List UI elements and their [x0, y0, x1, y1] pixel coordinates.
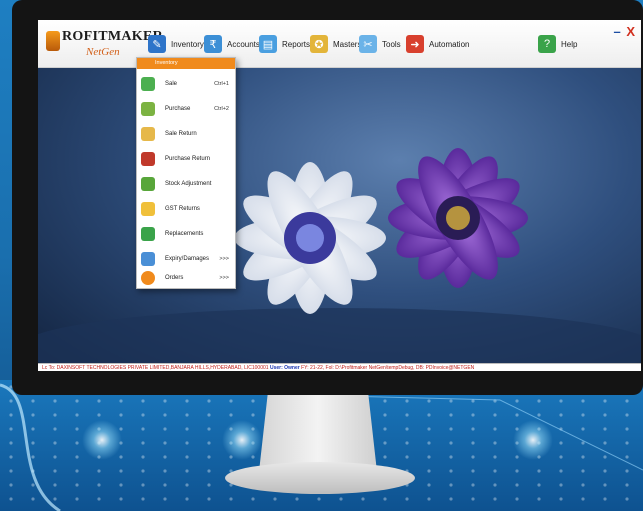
dropdown-item-sale-return[interactable]: Sale Return — [137, 121, 237, 146]
dropdown-item-label: Replacements — [165, 230, 204, 237]
status-bar: Lc To: DAXINSOFT TECHNOLOGIES PRIVATE LI… — [38, 363, 641, 371]
menu-automation[interactable]: ➜ Automation — [406, 33, 469, 55]
dropdown-item-sale[interactable]: Sale Ctrl+1 — [137, 71, 237, 96]
dropdown-item-purchase-return[interactable]: Purchase Return — [137, 146, 237, 171]
logo-icon — [46, 31, 60, 51]
menu-accounts-label: Accounts — [227, 39, 260, 49]
menu-help[interactable]: ? Help — [538, 33, 577, 55]
dropdown-item-shortcut: >>> — [219, 274, 229, 281]
dropdown-item-label: Purchase Return — [165, 155, 211, 162]
menu-accounts[interactable]: ₹ Accounts — [204, 33, 260, 55]
app-screen: ROFITMAKER NetGen ✎ Inventory ₹ Accounts… — [38, 20, 641, 371]
expiry-damages-icon — [141, 251, 155, 266]
close-button[interactable]: X — [626, 24, 635, 39]
app-logo: ROFITMAKER NetGen — [46, 27, 163, 61]
menu-help-label: Help — [561, 39, 578, 49]
automation-icon: ➜ — [406, 35, 424, 53]
inventory-dropdown: Inventory Sale Ctrl+1 Purchase Ctrl+2 Sa… — [136, 57, 236, 289]
status-info: FY: 21-22, Fol: D:\Profitmaker NetGen\te… — [301, 365, 475, 371]
dropdown-item-purchase[interactable]: Purchase Ctrl+2 — [137, 96, 237, 121]
reports-icon: ▤ — [259, 35, 277, 53]
window-controls: – X — [613, 24, 635, 39]
dropdown-item-shortcut: Ctrl+1 — [214, 80, 229, 87]
dropdown-item-label: Sale Return — [165, 130, 197, 137]
dropdown-item-orders[interactable]: Orders >>> — [137, 265, 237, 290]
menu-reports-label: Reports — [282, 39, 311, 49]
stock-adjustment-icon — [141, 176, 155, 191]
tools-icon: ✂ — [359, 35, 377, 53]
dropdown-item-shortcut: >>> — [219, 255, 229, 262]
menu-tools-label: Tools — [382, 39, 401, 49]
menu-masters-label: Masters — [333, 39, 362, 49]
dropdown-item-label: Purchase — [165, 105, 191, 112]
dropdown-item-label: Expiry/Damages — [165, 255, 210, 262]
menu-reports[interactable]: ▤ Reports — [259, 33, 310, 55]
menu-inventory[interactable]: ✎ Inventory — [148, 33, 204, 55]
monitor-frame: ROFITMAKER NetGen ✎ Inventory ₹ Accounts… — [12, 0, 643, 395]
inventory-icon: ✎ — [148, 35, 166, 53]
wallpaper-flowers — [38, 148, 641, 363]
sale-return-icon — [141, 126, 155, 141]
purchase-icon — [141, 101, 155, 116]
sale-icon — [141, 76, 155, 91]
status-user: User: Owner — [269, 365, 300, 371]
dropdown-item-shortcut: Ctrl+2 — [214, 105, 229, 112]
purchase-return-icon — [141, 151, 155, 166]
dropdown-item-label: Stock Adjustment — [165, 180, 212, 187]
menu-automation-label: Automation — [429, 39, 470, 49]
accounts-icon: ₹ — [204, 35, 222, 53]
dropdown-item-replacements[interactable]: Replacements — [137, 221, 237, 246]
dropdown-item-label: GST Returns — [165, 205, 200, 212]
minimize-button[interactable]: – — [613, 24, 620, 39]
monitor-base — [225, 462, 415, 494]
menu-inventory-label: Inventory — [171, 39, 204, 49]
menu-bar: ROFITMAKER NetGen ✎ Inventory ₹ Accounts… — [38, 20, 641, 68]
replacements-icon — [141, 226, 155, 241]
dropdown-item-label: Orders — [165, 274, 184, 281]
dropdown-item-stock-adjustment[interactable]: Stock Adjustment — [137, 171, 237, 196]
logo-subtitle: NetGen — [86, 46, 120, 58]
gst-returns-icon — [141, 201, 155, 216]
monitor-stand — [259, 395, 377, 470]
menu-tools[interactable]: ✂ Tools — [359, 33, 401, 55]
dropdown-item-label: Sale — [165, 80, 178, 87]
help-icon: ? — [538, 35, 556, 53]
orders-icon — [141, 270, 155, 285]
masters-icon: ✪ — [310, 35, 328, 53]
dropdown-item-gst-returns[interactable]: GST Returns — [137, 196, 237, 221]
status-license: Lc To: DAXINSOFT TECHNOLOGIES PRIVATE LI… — [42, 365, 269, 371]
dropdown-header: Inventory — [137, 58, 235, 69]
menu-masters[interactable]: ✪ Masters — [310, 33, 361, 55]
